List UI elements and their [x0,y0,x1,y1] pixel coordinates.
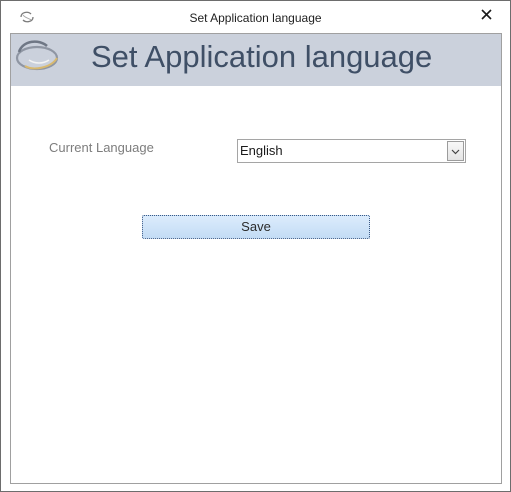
dropdown-button[interactable] [447,141,464,161]
close-button[interactable] [469,3,503,29]
app-logo-icon [13,38,61,74]
title-bar[interactable]: Set Application language [1,1,510,33]
window-title: Set Application language [189,11,322,25]
save-button[interactable]: Save [142,215,370,239]
close-icon [480,7,492,25]
page-title: Set Application language [91,39,433,74]
form-header: Set Application language [11,34,501,86]
chevron-down-icon [451,142,460,160]
dialog-window: Set Application language Set Application… [0,0,511,492]
language-select-value: English [240,143,283,158]
language-select[interactable]: English [237,139,466,163]
form-body: Set Application language Current Languag… [10,33,502,484]
current-language-label: Current Language [49,140,154,155]
